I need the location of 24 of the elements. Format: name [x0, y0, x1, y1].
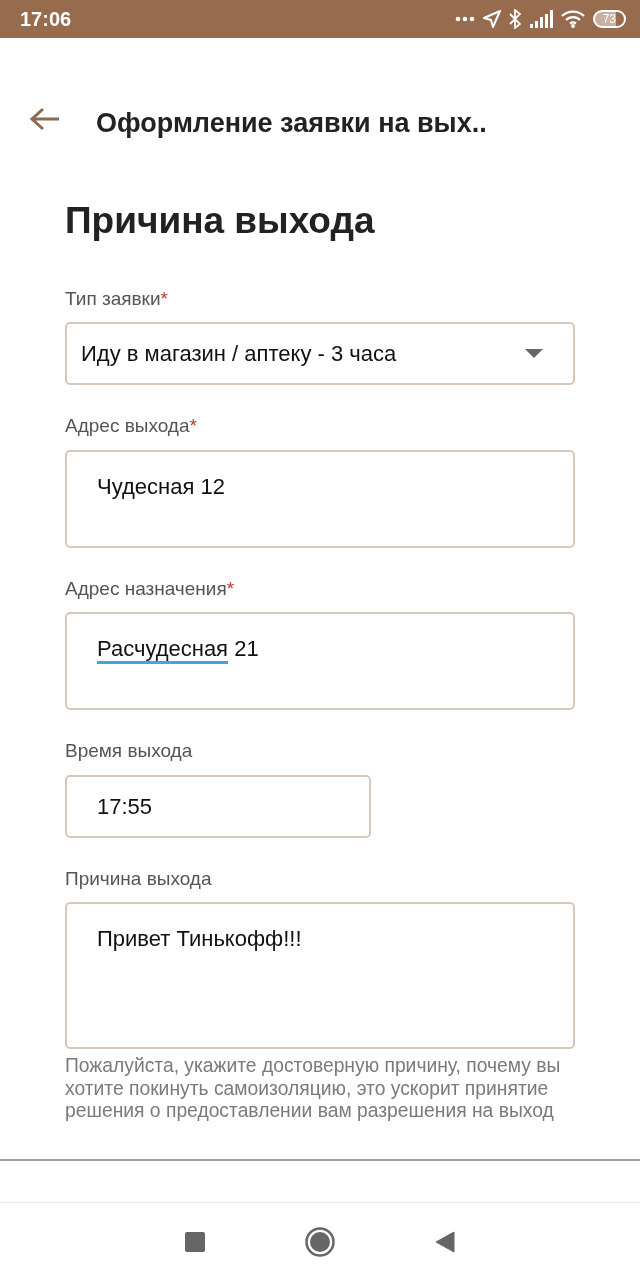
help-text: Пожалуйста, укажите достоверную причину, почему вы хотите покинуть самоизоляцию, это ускорит принятие решения о предоставлении вам разрешения на выход [65, 1055, 562, 1123]
home-icon[interactable] [305, 1227, 335, 1257]
status-time: 17:06 [20, 7, 72, 32]
input-field[interactable]: Расчудесная 21 [65, 612, 575, 710]
field-label: Время выхода [65, 739, 193, 763]
field-label: Причина выхода [65, 866, 212, 891]
section-heading: Причина выхода [65, 199, 376, 243]
back-icon[interactable] [435, 1231, 455, 1253]
battery-indicator: 73 [592, 10, 626, 28]
field-label: Адрес выхода* [65, 414, 197, 438]
input-field[interactable]: Чудесная 12 [65, 449, 575, 548]
more-icon [454, 16, 475, 22]
bluetooth-icon [508, 9, 521, 29]
dropdown-field[interactable]: Иду в магазин / аптеку - 3 часа [65, 322, 575, 385]
field-label: Адрес назначения* [65, 576, 235, 601]
input-field[interactable]: Привет Тинькофф!!! [65, 902, 575, 1049]
location-icon [482, 10, 501, 28]
signal-icon [528, 10, 553, 28]
field-label: Тип заявки* [65, 286, 168, 311]
input-field[interactable]: 17:55 [65, 774, 371, 838]
wifi-icon [560, 10, 585, 28]
dropdown-caret-icon [525, 349, 543, 358]
page-title: Оформление заявки на вых.. [96, 107, 487, 140]
back-arrow-icon[interactable] [30, 107, 60, 131]
